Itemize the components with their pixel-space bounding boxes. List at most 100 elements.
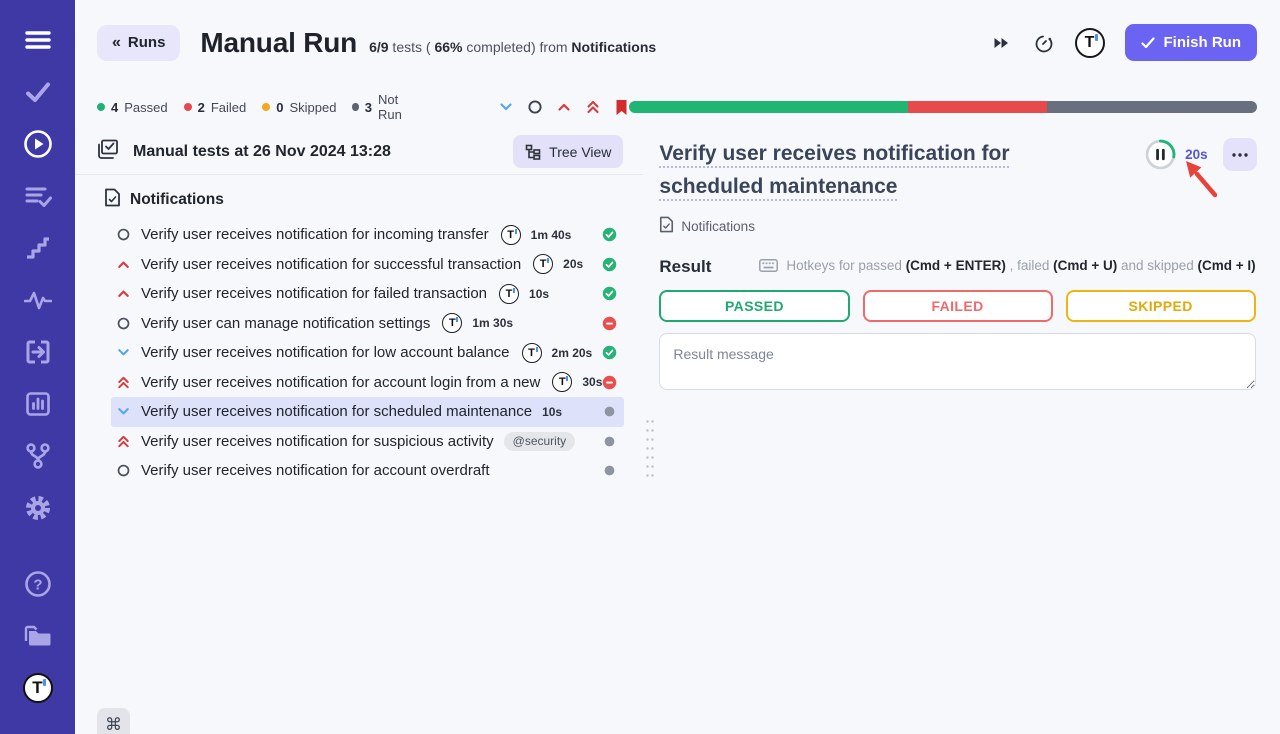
count-passed[interactable]: 4Passed <box>97 100 168 115</box>
filter-bookmark-icon[interactable] <box>614 99 629 116</box>
test-row[interactable]: Verify user receives notification for in… <box>111 220 624 250</box>
testomat-logo-icon[interactable]: T <box>1075 28 1105 58</box>
test-detail-panel: Verify user receives notification for sc… <box>643 129 1280 734</box>
test-row[interactable]: Verify user receives notification for su… <box>111 427 624 457</box>
status-failed-icon <box>602 316 617 331</box>
filter-priority-important-icon[interactable] <box>585 99 601 115</box>
back-to-runs-button[interactable]: « Runs <box>97 25 180 61</box>
duration-label: 1m 30s <box>472 316 513 330</box>
mark-skipped-button[interactable]: SKIPPED <box>1066 290 1256 322</box>
priority-important-icon <box>115 375 131 390</box>
tree-view-label: Tree View <box>549 144 611 160</box>
tree-icon <box>525 144 541 160</box>
result-section-header: Result Hotkeys for passed (Cmd + ENTER) … <box>659 257 1255 277</box>
tree-view-button[interactable]: Tree View <box>513 135 623 168</box>
timer-icon[interactable] <box>1031 31 1055 55</box>
import-icon[interactable] <box>23 337 53 367</box>
test-title: Verify user receives notification for lo… <box>141 344 510 361</box>
status-passed-icon <box>602 227 617 242</box>
check-icon[interactable] <box>23 77 53 107</box>
branch-icon[interactable] <box>23 441 53 471</box>
count-skipped[interactable]: 0Skipped <box>262 100 336 115</box>
status-dot-icon <box>262 103 270 111</box>
result-message-input[interactable] <box>659 333 1255 390</box>
status-dot-icon <box>352 103 358 111</box>
app-logo-icon[interactable]: T <box>23 673 53 703</box>
duration-label: 1m 40s <box>531 228 572 242</box>
priority-low-icon <box>115 404 131 419</box>
run-progress-bar <box>629 101 1257 113</box>
sidebar: ? T <box>0 0 75 734</box>
suite-group-title: Notifications <box>130 191 224 209</box>
elapsed-time-label: 20s <box>1185 147 1208 162</box>
steps-icon[interactable] <box>23 233 53 263</box>
testomat-logo-icon: T <box>533 254 553 274</box>
test-plans-icon[interactable] <box>23 181 53 211</box>
progress-segment-notrun <box>1047 101 1257 113</box>
priority-normal-icon <box>115 463 131 478</box>
filter-priority-high-icon[interactable] <box>556 99 572 115</box>
suite-group-header[interactable]: Notifications <box>104 188 643 212</box>
test-row[interactable]: Verify user receives notification for fa… <box>111 279 624 309</box>
priority-high-icon <box>115 257 131 272</box>
pause-timer-button[interactable] <box>1145 139 1176 170</box>
finish-run-button[interactable]: Finish Run <box>1125 24 1258 61</box>
menu-icon[interactable] <box>23 25 53 55</box>
priority-filters <box>498 99 629 116</box>
command-palette-button[interactable]: ⌘ <box>97 708 130 734</box>
help-icon[interactable]: ? <box>23 569 53 599</box>
count-not-run[interactable]: 3Not Run <box>352 92 415 122</box>
status-notrun-icon <box>602 404 617 419</box>
test-row[interactable]: Verify user can manage notification sett… <box>111 309 624 339</box>
count-failed[interactable]: 2Failed <box>184 100 247 115</box>
status-passed-icon <box>602 257 617 272</box>
status-passed-icon <box>602 345 617 360</box>
status-notrun-icon <box>602 434 617 449</box>
more-options-button[interactable] <box>1223 138 1257 171</box>
test-title: Verify user receives notification for sc… <box>141 403 532 420</box>
testomat-logo-icon: T <box>442 313 462 333</box>
duration-label: 30s <box>582 375 602 389</box>
priority-normal-icon <box>115 316 131 331</box>
tag-badge[interactable]: @security <box>504 432 576 451</box>
topbar-actions: T Finish Run <box>991 24 1258 61</box>
test-row[interactable]: Verify user receives notification for su… <box>111 250 624 280</box>
testomat-logo-icon: T <box>522 343 542 363</box>
run-progress-subtitle: 6/9 tests ( 66% completed) from Notifica… <box>369 39 656 55</box>
run-source-header: Manual tests at 26 Nov 2024 13:28 Tree V… <box>75 129 643 175</box>
breadcrumb[interactable]: Notifications <box>659 216 1255 236</box>
result-label: Result <box>659 257 711 277</box>
activity-icon[interactable] <box>23 285 53 315</box>
page-title: Manual Run <box>200 27 357 59</box>
test-row[interactable]: Verify user receives notification for lo… <box>111 338 624 368</box>
file-icon <box>659 216 674 236</box>
status-passed-icon <box>602 286 617 301</box>
ellipsis-icon <box>1232 153 1248 157</box>
settings-gear-icon[interactable] <box>23 493 53 523</box>
test-title: Verify user receives notification for fa… <box>141 285 487 302</box>
test-row[interactable]: Verify user receives notification for sc… <box>111 397 624 427</box>
svg-text:?: ? <box>33 577 42 594</box>
fast-forward-icon[interactable] <box>991 34 1011 52</box>
priority-important-icon <box>115 434 131 449</box>
test-title: Verify user receives notification for ac… <box>141 462 490 479</box>
runs-play-icon[interactable] <box>23 129 53 159</box>
projects-folder-icon[interactable] <box>23 621 53 651</box>
duration-label: 10s <box>529 287 549 301</box>
status-dot-icon <box>184 103 192 111</box>
test-detail-title[interactable]: Verify user receives notification for sc… <box>659 137 1027 203</box>
finish-run-label: Finish Run <box>1164 34 1242 51</box>
test-title: Verify user receives notification for su… <box>141 433 494 450</box>
mark-failed-button[interactable]: FAILED <box>863 290 1053 322</box>
keyboard-icon <box>759 259 778 272</box>
analytics-icon[interactable] <box>23 389 53 419</box>
file-icon <box>104 188 121 212</box>
mark-passed-button[interactable]: PASSED <box>659 290 849 322</box>
test-row[interactable]: Verify user receives notification for ac… <box>111 456 624 486</box>
filter-priority-normal-icon[interactable] <box>527 99 543 115</box>
testomat-logo-icon: T <box>499 284 519 304</box>
progress-segment-failed <box>908 101 1048 113</box>
timer-group: 20s <box>1145 138 1257 171</box>
test-row[interactable]: Verify user receives notification for ac… <box>111 368 624 398</box>
filter-priority-low-icon[interactable] <box>498 99 514 115</box>
